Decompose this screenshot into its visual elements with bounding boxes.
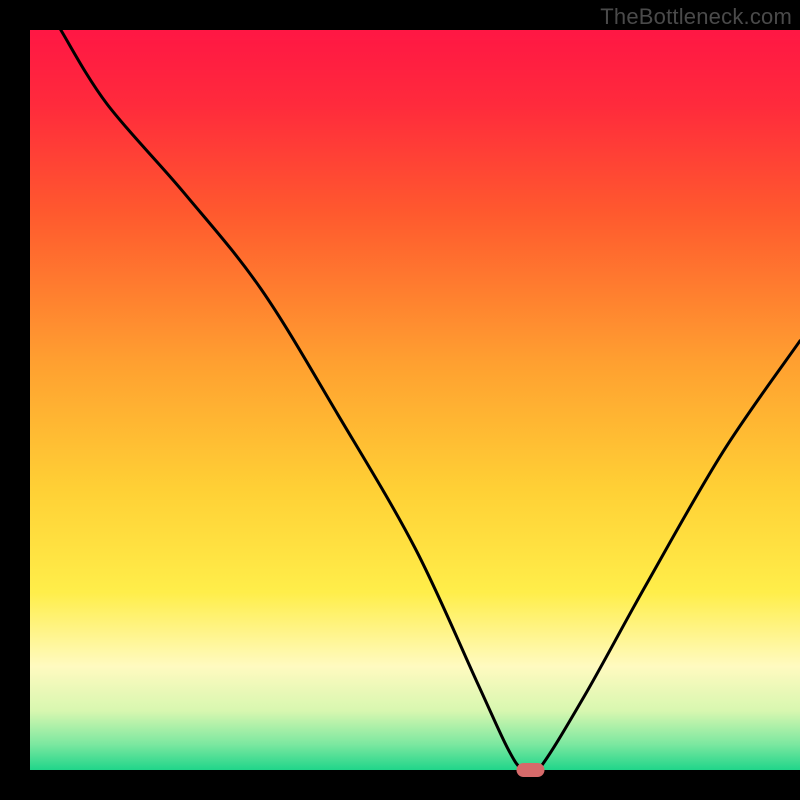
plot-background	[30, 30, 800, 770]
bottleneck-chart	[0, 0, 800, 800]
watermark-text: TheBottleneck.com	[600, 4, 792, 30]
optimal-marker	[517, 763, 545, 777]
chart-frame: TheBottleneck.com	[0, 0, 800, 800]
